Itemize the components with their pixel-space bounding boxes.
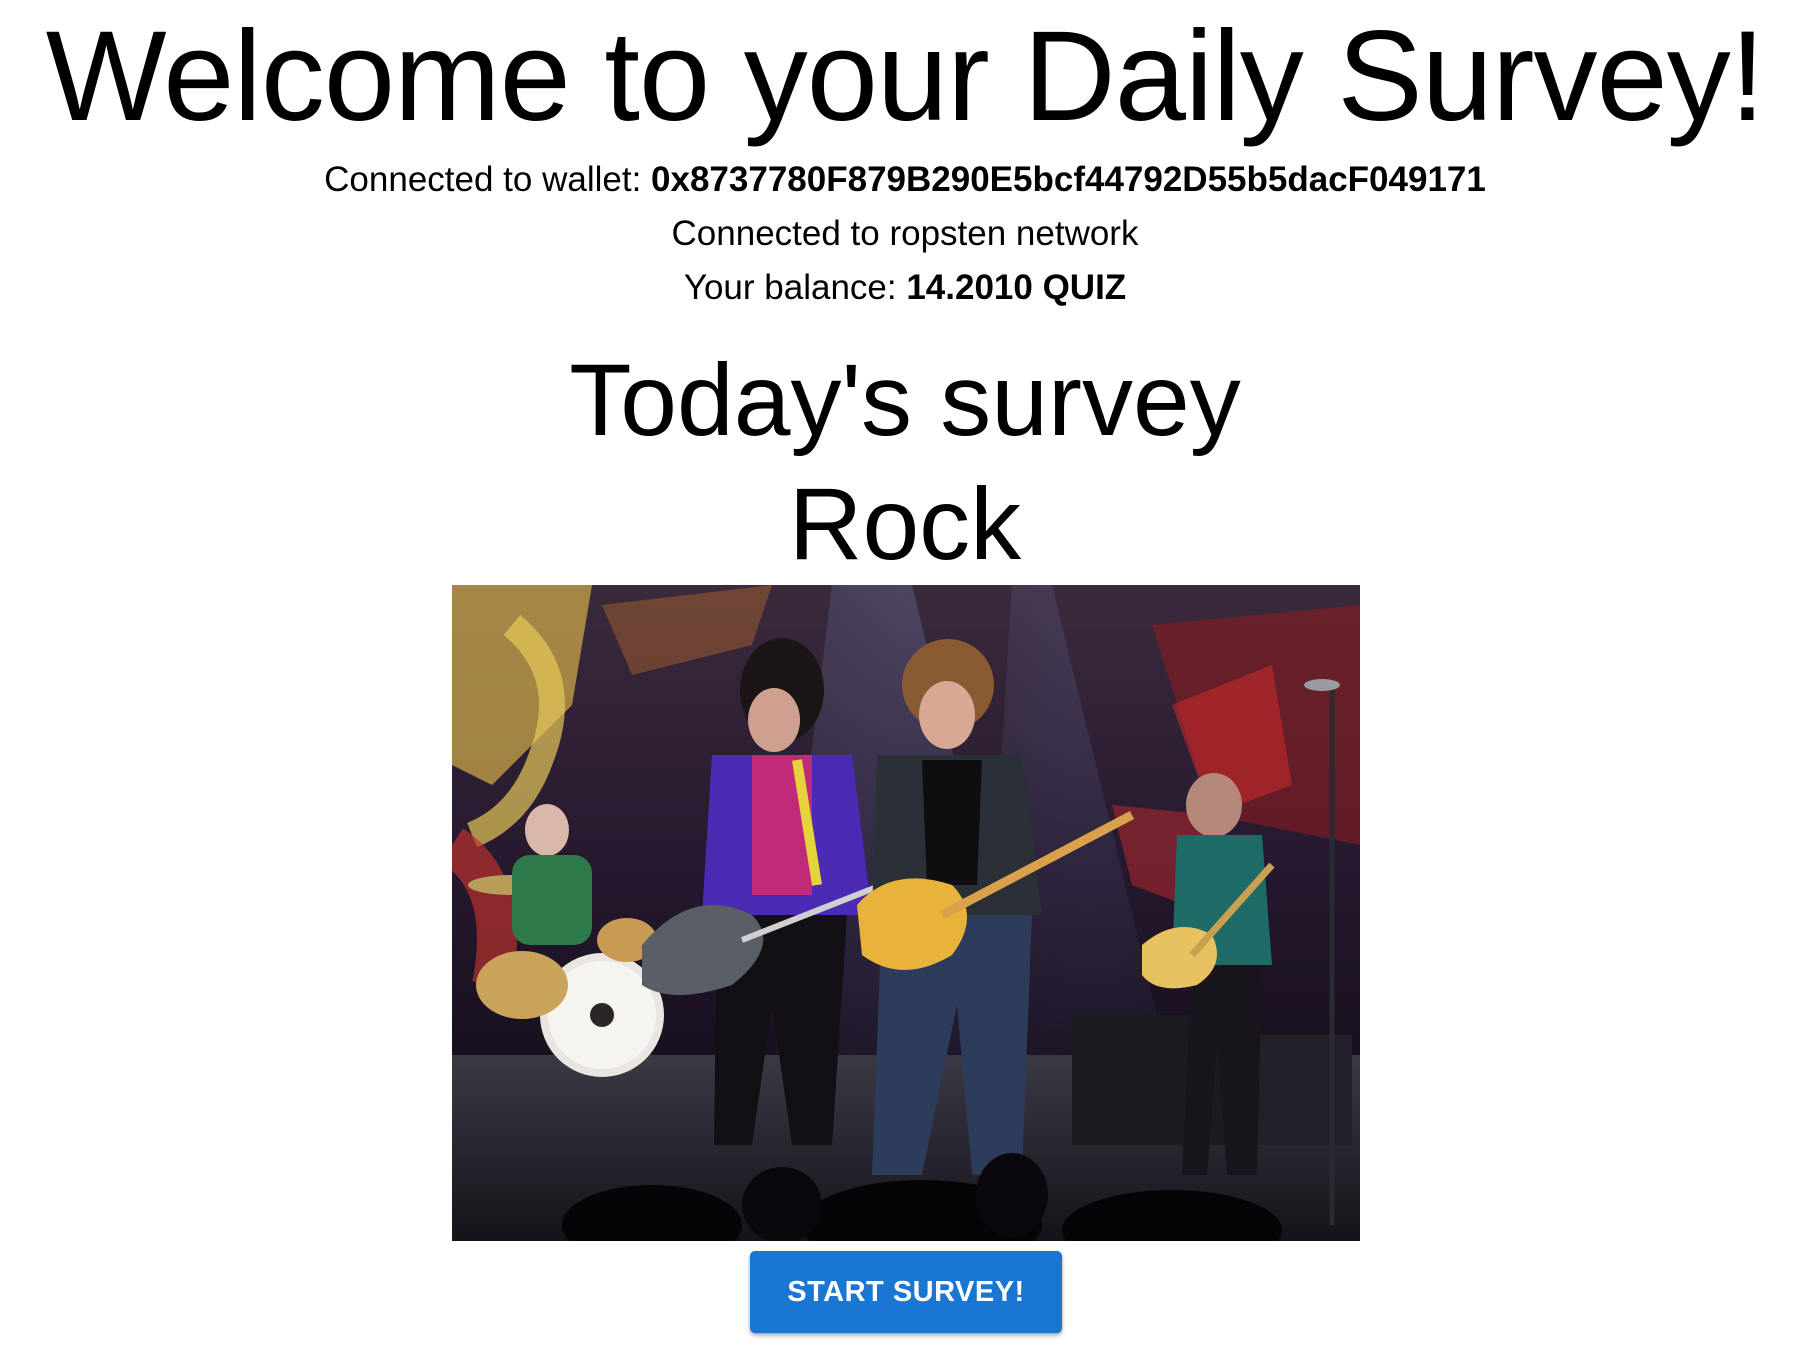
balance-info: Your balance: 14.2010 QUIZ — [0, 266, 1810, 310]
wallet-info: Connected to wallet: 0x8737780F879B290E5… — [0, 158, 1810, 202]
survey-image — [452, 585, 1360, 1241]
page-title: Welcome to your Daily Survey! — [45, 5, 1766, 148]
wallet-address: 0x8737780F879B290E5bcf44792D55b5dacF0491… — [651, 160, 1486, 199]
balance-label: Your balance: — [683, 268, 907, 307]
page: Welcome to your Daily Survey! Connected … — [0, 0, 1810, 1347]
start-survey-button[interactable]: START SURVEY! — [750, 1251, 1062, 1333]
survey-topic: Rock — [788, 467, 1022, 581]
network-info: Connected to ropsten network — [671, 214, 1139, 253]
survey-heading: Today's survey — [569, 343, 1241, 457]
wallet-label: Connected to wallet: — [324, 160, 652, 199]
balance-value: 14.2010 QUIZ — [906, 268, 1127, 307]
